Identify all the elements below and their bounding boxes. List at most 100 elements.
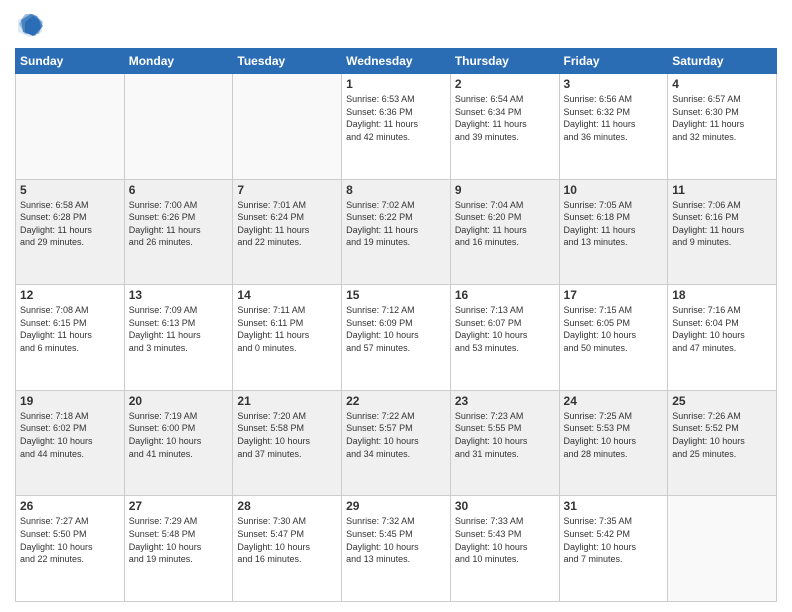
day-info: Sunrise: 7:04 AM Sunset: 6:20 PM Dayligh… [455,199,555,249]
day-info: Sunrise: 7:05 AM Sunset: 6:18 PM Dayligh… [564,199,664,249]
calendar-cell: 30 Sunrise: 7:33 AM Sunset: 5:43 PM Dayli… [450,496,559,602]
day-info: Sunrise: 7:00 AM Sunset: 6:26 PM Dayligh… [129,199,229,249]
calendar-cell [16,74,125,180]
calendar-cell [668,496,777,602]
calendar-cell: 12 Sunrise: 7:08 AM Sunset: 6:15 PM Dayli… [16,285,125,391]
weekday-thursday: Thursday [450,49,559,74]
calendar-cell: 20Sunrise: 7:19 AM Sunset: 6:00 PM Dayli… [124,390,233,496]
day-number: 8 [346,183,446,197]
day-info: Sunrise: 7:01 AM Sunset: 6:24 PM Dayligh… [237,199,337,249]
day-number: 12 [20,288,120,302]
day-info: Sunrise: 7:16 AM Sunset: 6:04 PM Dayligh… [672,304,772,354]
day-number: 18 [672,288,772,302]
calendar-cell: 15 Sunrise: 7:12 AM Sunset: 6:09 PM Dayli… [342,285,451,391]
day-info: Sunrise: 7:27 AM Sunset: 5:50 PM Dayligh… [20,515,120,565]
day-info: Sunrise: 7:22 AM Sunset: 5:57 PM Dayligh… [346,410,446,460]
day-info: Sunrise: 7:30 AM Sunset: 5:47 PM Dayligh… [237,515,337,565]
day-info: Sunrise: 7:33 AM Sunset: 5:43 PM Dayligh… [455,515,555,565]
weekday-saturday: Saturday [668,49,777,74]
day-number: 13 [129,288,229,302]
day-number: 31 [564,499,664,513]
calendar-cell [124,74,233,180]
weekday-monday: Monday [124,49,233,74]
day-info: Sunrise: 7:29 AM Sunset: 5:48 PM Dayligh… [129,515,229,565]
day-info: Sunrise: 7:25 AM Sunset: 5:53 PM Dayligh… [564,410,664,460]
day-info: Sunrise: 7:06 AM Sunset: 6:16 PM Dayligh… [672,199,772,249]
calendar-cell: 26 Sunrise: 7:27 AM Sunset: 5:50 PM Dayli… [16,496,125,602]
day-number: 14 [237,288,337,302]
calendar-cell: 6 Sunrise: 7:00 AM Sunset: 6:26 PM Daylig… [124,179,233,285]
calendar-cell: 10 Sunrise: 7:05 AM Sunset: 6:18 PM Dayli… [559,179,668,285]
day-info: Sunrise: 7:12 AM Sunset: 6:09 PM Dayligh… [346,304,446,354]
calendar-cell: 2 Sunrise: 6:54 AM Sunset: 6:34 PM Daylig… [450,74,559,180]
day-number: 17 [564,288,664,302]
day-info: Sunrise: 7:20 AM Sunset: 5:58 PM Dayligh… [237,410,337,460]
calendar-cell: 1 Sunrise: 6:53 AM Sunset: 6:36 PM Daylig… [342,74,451,180]
weekday-friday: Friday [559,49,668,74]
day-number: 15 [346,288,446,302]
week-row-5: 26 Sunrise: 7:27 AM Sunset: 5:50 PM Dayli… [16,496,777,602]
calendar-cell [233,74,342,180]
day-number: 20 [129,394,229,408]
weekday-header-row: SundayMondayTuesdayWednesdayThursdayFrid… [16,49,777,74]
day-number: 30 [455,499,555,513]
calendar-cell: 14Sunrise: 7:11 AM Sunset: 6:11 PM Dayli… [233,285,342,391]
calendar-cell: 13 Sunrise: 7:09 AM Sunset: 6:13 PM Dayli… [124,285,233,391]
calendar-cell: 31 Sunrise: 7:35 AM Sunset: 5:42 PM Dayli… [559,496,668,602]
calendar-cell: 22 Sunrise: 7:22 AM Sunset: 5:57 PM Dayli… [342,390,451,496]
calendar-cell: 9 Sunrise: 7:04 AM Sunset: 6:20 PM Daylig… [450,179,559,285]
weekday-tuesday: Tuesday [233,49,342,74]
day-number: 7 [237,183,337,197]
calendar-cell: 19Sunrise: 7:18 AM Sunset: 6:02 PM Dayli… [16,390,125,496]
calendar-cell: 11 Sunrise: 7:06 AM Sunset: 6:16 PM Dayli… [668,179,777,285]
day-number: 5 [20,183,120,197]
calendar-cell: 18 Sunrise: 7:16 AM Sunset: 6:04 PM Dayli… [668,285,777,391]
day-info: Sunrise: 7:35 AM Sunset: 5:42 PM Dayligh… [564,515,664,565]
logo-icon [15,10,45,40]
day-number: 21 [237,394,337,408]
day-number: 27 [129,499,229,513]
day-number: 22 [346,394,446,408]
calendar-cell: 5 Sunrise: 6:58 AM Sunset: 6:28 PM Daylig… [16,179,125,285]
day-number: 9 [455,183,555,197]
day-info: Sunrise: 7:26 AM Sunset: 5:52 PM Dayligh… [672,410,772,460]
day-number: 11 [672,183,772,197]
day-info: Sunrise: 6:54 AM Sunset: 6:34 PM Dayligh… [455,93,555,143]
day-info: Sunrise: 7:02 AM Sunset: 6:22 PM Dayligh… [346,199,446,249]
weekday-wednesday: Wednesday [342,49,451,74]
week-row-3: 12 Sunrise: 7:08 AM Sunset: 6:15 PM Dayli… [16,285,777,391]
day-info: Sunrise: 7:08 AM Sunset: 6:15 PM Dayligh… [20,304,120,354]
day-number: 24 [564,394,664,408]
calendar-cell: 28 Sunrise: 7:30 AM Sunset: 5:47 PM Dayli… [233,496,342,602]
day-number: 23 [455,394,555,408]
day-info: Sunrise: 6:56 AM Sunset: 6:32 PM Dayligh… [564,93,664,143]
calendar-cell: 7 Sunrise: 7:01 AM Sunset: 6:24 PM Daylig… [233,179,342,285]
calendar-cell: 17 Sunrise: 7:15 AM Sunset: 6:05 PM Dayli… [559,285,668,391]
day-info: Sunrise: 6:53 AM Sunset: 6:36 PM Dayligh… [346,93,446,143]
day-info: Sunrise: 7:23 AM Sunset: 5:55 PM Dayligh… [455,410,555,460]
day-info: Sunrise: 6:58 AM Sunset: 6:28 PM Dayligh… [20,199,120,249]
calendar-table: SundayMondayTuesdayWednesdayThursdayFrid… [15,48,777,602]
calendar-cell: 23 Sunrise: 7:23 AM Sunset: 5:55 PM Dayli… [450,390,559,496]
day-number: 29 [346,499,446,513]
day-number: 3 [564,77,664,91]
day-info: Sunrise: 6:57 AM Sunset: 6:30 PM Dayligh… [672,93,772,143]
week-row-2: 5 Sunrise: 6:58 AM Sunset: 6:28 PM Daylig… [16,179,777,285]
day-number: 28 [237,499,337,513]
day-info: Sunrise: 7:09 AM Sunset: 6:13 PM Dayligh… [129,304,229,354]
week-row-4: 19Sunrise: 7:18 AM Sunset: 6:02 PM Dayli… [16,390,777,496]
day-number: 25 [672,394,772,408]
day-number: 16 [455,288,555,302]
calendar-cell: 21 Sunrise: 7:20 AM Sunset: 5:58 PM Dayli… [233,390,342,496]
day-number: 10 [564,183,664,197]
week-row-1: 1 Sunrise: 6:53 AM Sunset: 6:36 PM Daylig… [16,74,777,180]
calendar-cell: 27 Sunrise: 7:29 AM Sunset: 5:48 PM Dayli… [124,496,233,602]
day-info: Sunrise: 7:15 AM Sunset: 6:05 PM Dayligh… [564,304,664,354]
calendar-cell: 24 Sunrise: 7:25 AM Sunset: 5:53 PM Dayli… [559,390,668,496]
day-number: 26 [20,499,120,513]
day-number: 6 [129,183,229,197]
day-number: 2 [455,77,555,91]
day-number: 1 [346,77,446,91]
calendar-cell: 8 Sunrise: 7:02 AM Sunset: 6:22 PM Daylig… [342,179,451,285]
weekday-sunday: Sunday [16,49,125,74]
